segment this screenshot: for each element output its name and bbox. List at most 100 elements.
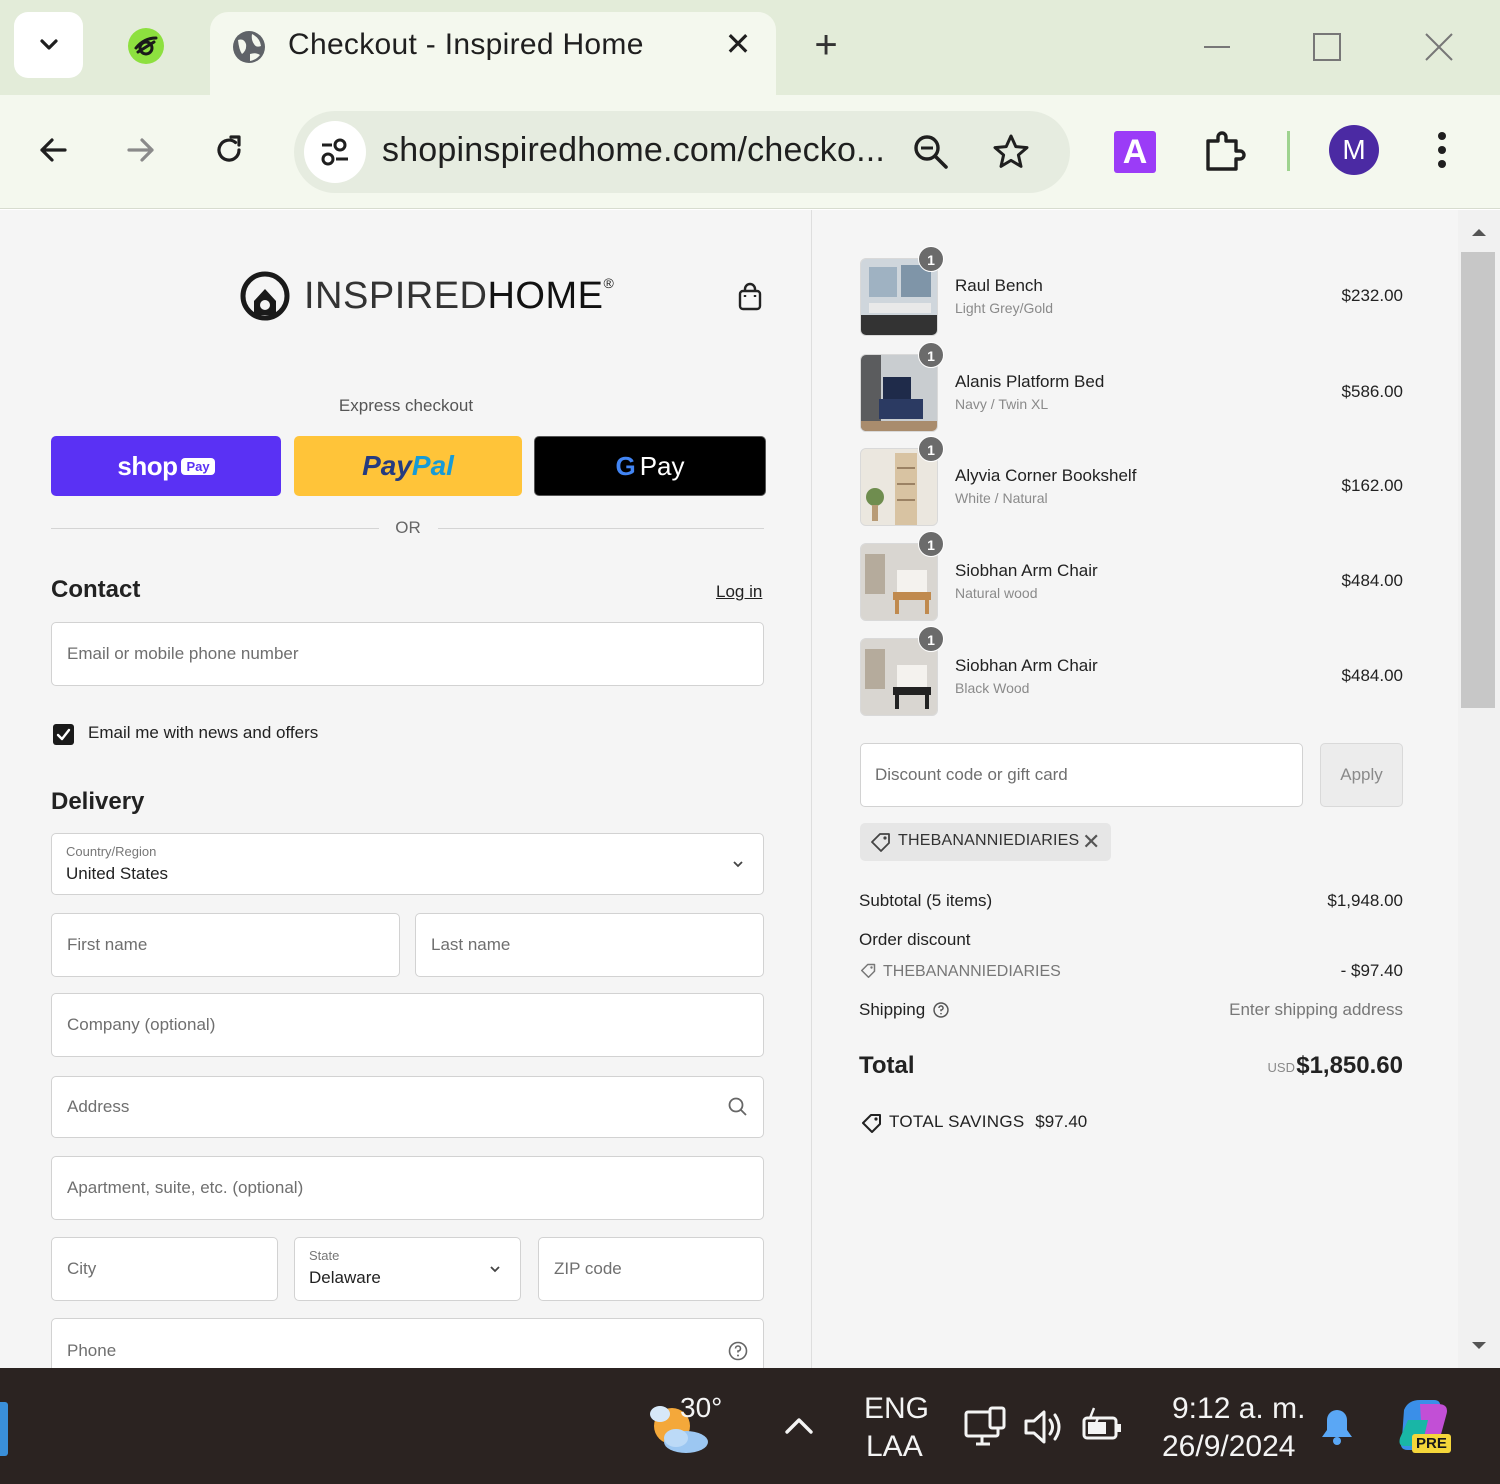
quantity-badge: 1 bbox=[918, 246, 944, 272]
profile-avatar[interactable]: M bbox=[1329, 125, 1379, 175]
volume-button[interactable] bbox=[1022, 1404, 1068, 1450]
discount-code-field[interactable]: Discount code or gift card bbox=[860, 743, 1303, 807]
maximize-button[interactable] bbox=[1302, 24, 1352, 70]
arrow-left-icon bbox=[40, 138, 67, 162]
keyboard-layout[interactable]: LAA bbox=[866, 1430, 923, 1464]
close-window-button[interactable] bbox=[1414, 24, 1464, 70]
arrow-right-icon bbox=[127, 138, 154, 162]
total-row: Total $1,850.60 USD bbox=[859, 1052, 1403, 1086]
help-icon[interactable] bbox=[932, 1001, 950, 1019]
app-edge-icon[interactable] bbox=[0, 1402, 8, 1456]
total-value: $1,850.60 bbox=[1296, 1052, 1403, 1079]
hidden-icons-button[interactable] bbox=[780, 1410, 818, 1440]
puzzle-icon bbox=[1206, 131, 1246, 171]
quantity-badge: 1 bbox=[918, 626, 944, 652]
shipping-row: Shipping Enter shipping address bbox=[859, 1000, 1403, 1020]
network-icon bbox=[964, 1406, 1006, 1446]
tab-title: Checkout - Inspired Home bbox=[288, 28, 644, 61]
remove-discount-button[interactable]: ✕ bbox=[1082, 829, 1100, 855]
item-name: Siobhan Arm Chair bbox=[955, 561, 1098, 580]
applied-discount-chip: THEBANANNIEDIARIES ✕ bbox=[860, 823, 1111, 861]
shipping-label: Shipping bbox=[859, 1000, 926, 1019]
page-scrollbar[interactable] bbox=[1458, 210, 1500, 1368]
discount-value: - $97.40 bbox=[1340, 961, 1403, 980]
tag-icon bbox=[871, 833, 890, 852]
chevron-up-icon bbox=[785, 1418, 813, 1434]
extensions-button[interactable] bbox=[1200, 127, 1248, 175]
item-price: $586.00 bbox=[1341, 382, 1403, 401]
tune-icon bbox=[321, 138, 348, 166]
zoom-out-icon bbox=[914, 135, 948, 169]
total-savings-value: $97.40 bbox=[1035, 1112, 1088, 1131]
tag-icon bbox=[861, 963, 876, 978]
reload-button[interactable] bbox=[204, 125, 254, 175]
chevron-down-icon bbox=[39, 39, 58, 50]
network-button[interactable] bbox=[962, 1404, 1008, 1450]
notifications-button[interactable] bbox=[1316, 1406, 1358, 1448]
total-savings-row: TOTAL SAVINGS $97.40 bbox=[859, 1112, 1403, 1133]
new-tab-button[interactable]: + bbox=[806, 22, 846, 68]
star-icon bbox=[993, 134, 1029, 168]
apply-discount-button[interactable]: Apply bbox=[1320, 743, 1403, 807]
scroll-up-icon[interactable] bbox=[1470, 226, 1488, 238]
extension-a-button[interactable]: A bbox=[1114, 131, 1156, 173]
item-name: Alanis Platform Bed bbox=[955, 372, 1105, 391]
scroll-down-icon[interactable] bbox=[1470, 1340, 1488, 1352]
item-price: $484.00 bbox=[1341, 571, 1403, 590]
item-variant: Light Grey/Gold bbox=[955, 300, 1054, 316]
subtotal-value: $1,948.00 bbox=[1327, 891, 1403, 910]
currency-code: USD bbox=[1267, 1060, 1295, 1075]
discount-code-label: THEBANANNIEDIARIES bbox=[883, 963, 1061, 980]
browser-menu-button[interactable] bbox=[1426, 127, 1458, 173]
weather-temp: 30° bbox=[680, 1392, 723, 1423]
quantity-badge: 1 bbox=[918, 436, 944, 462]
close-tab-button[interactable]: ✕ bbox=[720, 24, 756, 64]
pinned-tab[interactable] bbox=[112, 18, 180, 74]
list-item: 1 Alyvia Corner Bookshelf White / Natura… bbox=[860, 436, 1405, 526]
bookmark-button[interactable] bbox=[988, 129, 1034, 175]
windows-taskbar: 30° ENG LAA 9:12 a. m. 26/9/2024 PRE bbox=[0, 1368, 1500, 1484]
item-variant: Navy / Twin XL bbox=[955, 396, 1049, 412]
item-price: $162.00 bbox=[1341, 476, 1403, 495]
list-item: 1 Siobhan Arm Chair Black Wood $484.00 bbox=[860, 626, 1405, 716]
preview-badge: PRE bbox=[1412, 1434, 1451, 1453]
list-item: 1 Raul Bench Light Grey/Gold $232.00 bbox=[860, 246, 1405, 336]
clock-date[interactable]: 26/9/2024 bbox=[1162, 1430, 1295, 1464]
language-indicator[interactable]: ENG bbox=[864, 1392, 929, 1426]
pinned-site-icon bbox=[128, 28, 164, 64]
battery-charging-icon bbox=[1082, 1407, 1121, 1440]
total-savings-label: TOTAL SAVINGS bbox=[889, 1112, 1025, 1131]
tag-icon bbox=[862, 1114, 881, 1133]
order-discount-row: Order discount bbox=[859, 930, 1403, 950]
subtotal-label: Subtotal (5 items) bbox=[859, 891, 993, 910]
back-button[interactable] bbox=[28, 125, 78, 175]
close-icon bbox=[1425, 33, 1453, 61]
reload-icon bbox=[217, 135, 241, 162]
item-price: $484.00 bbox=[1341, 666, 1403, 685]
more-vert-icon bbox=[1438, 132, 1446, 168]
forward-button[interactable] bbox=[116, 125, 166, 175]
toolbar-divider bbox=[1287, 131, 1290, 171]
url-text[interactable]: shopinspiredhome.com/checko... bbox=[382, 131, 885, 170]
copilot-button[interactable]: PRE bbox=[1394, 1396, 1456, 1458]
shipping-value: Enter shipping address bbox=[1229, 1000, 1403, 1019]
subtotal-row: Subtotal (5 items) $1,948.00 bbox=[859, 891, 1403, 911]
item-name: Raul Bench bbox=[955, 276, 1043, 295]
battery-button[interactable] bbox=[1080, 1404, 1126, 1450]
browser-toolbar: shopinspiredhome.com/checko... A M bbox=[0, 95, 1500, 209]
item-price: $232.00 bbox=[1341, 286, 1403, 305]
maximize-icon bbox=[1313, 33, 1341, 61]
site-info-button[interactable] bbox=[304, 121, 366, 183]
address-bar[interactable]: shopinspiredhome.com/checko... bbox=[294, 111, 1070, 193]
clock-time[interactable]: 9:12 a. m. bbox=[1172, 1392, 1305, 1426]
zoom-button[interactable] bbox=[908, 129, 954, 175]
item-variant: Natural wood bbox=[955, 585, 1038, 601]
item-variant: White / Natural bbox=[955, 490, 1048, 506]
minimize-icon bbox=[1204, 46, 1230, 48]
item-variant: Black Wood bbox=[955, 680, 1030, 696]
tab-strip: Checkout - Inspired Home ✕ + bbox=[0, 0, 1500, 98]
globe-icon bbox=[233, 31, 265, 63]
minimize-button[interactable] bbox=[1192, 24, 1242, 70]
scrollbar-thumb[interactable] bbox=[1461, 252, 1495, 708]
tab-search-button[interactable] bbox=[14, 12, 83, 78]
